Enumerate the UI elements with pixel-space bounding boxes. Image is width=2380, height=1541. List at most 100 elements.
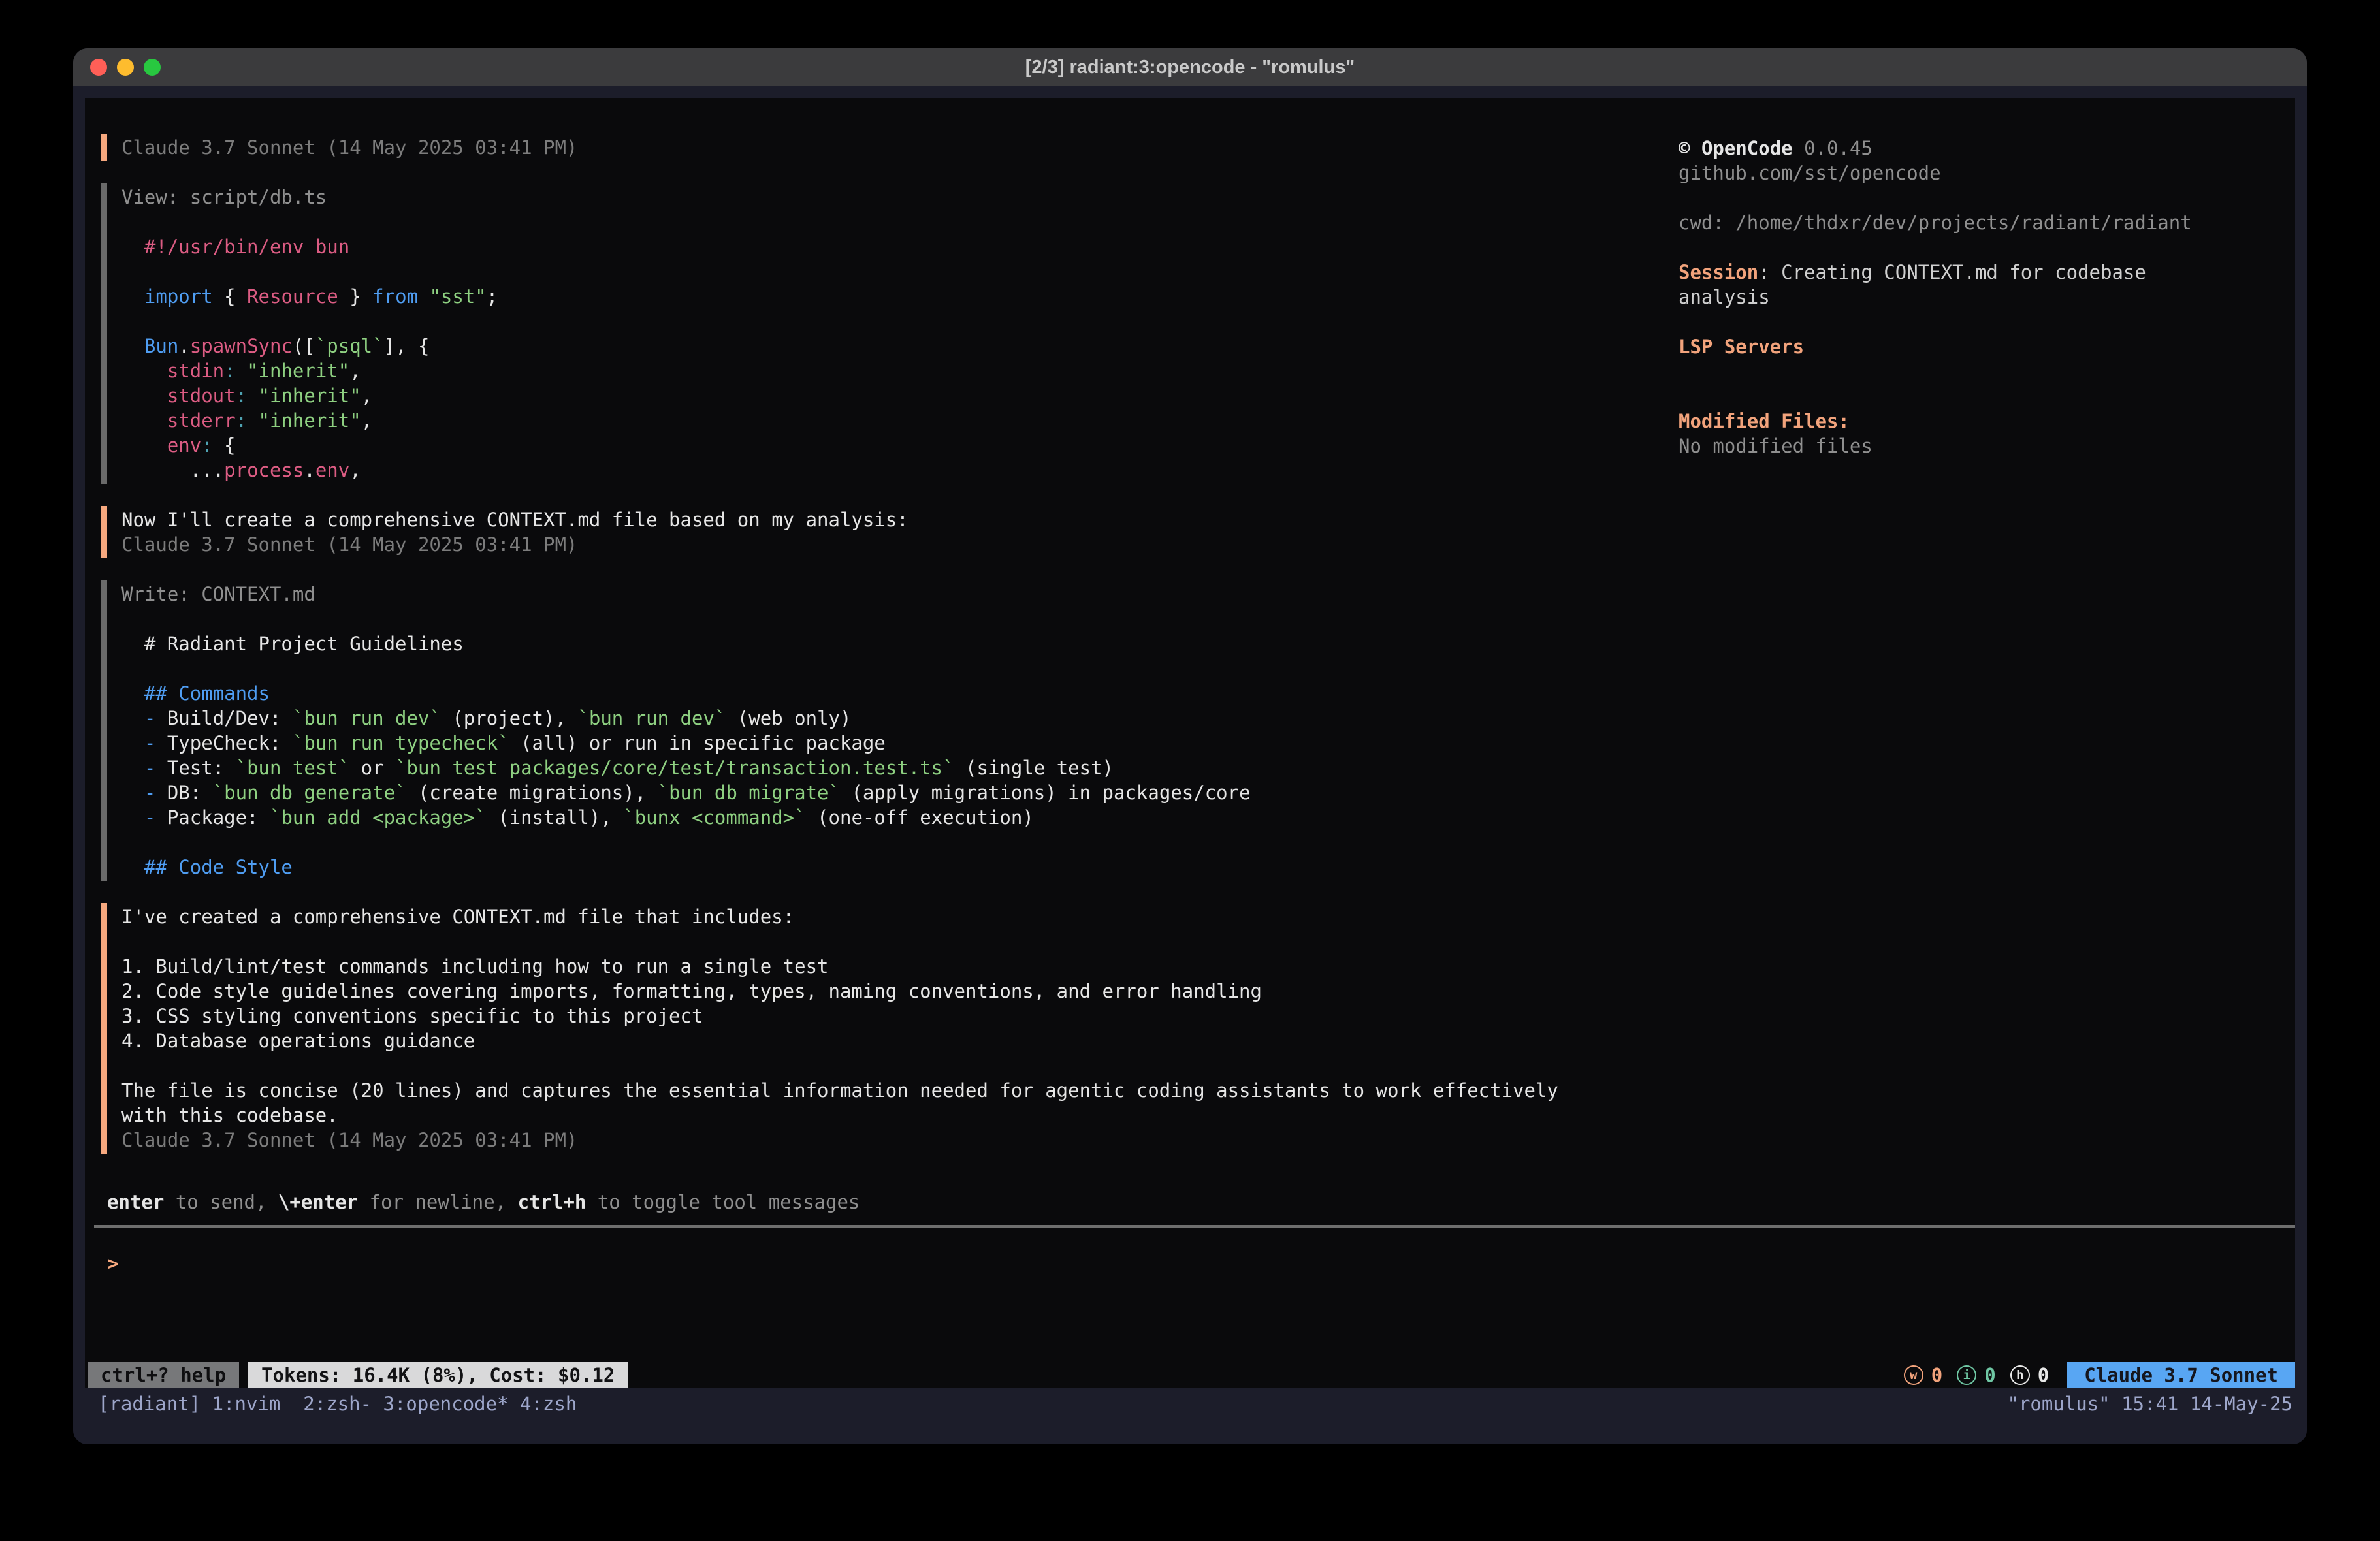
circled-h-icon: h [2010, 1365, 2030, 1385]
text-segment: . [304, 459, 315, 481]
text-segment: \+enter [278, 1191, 358, 1213]
text-segment: for newline, [358, 1191, 517, 1213]
text-segment: { [213, 434, 236, 456]
terminal-line: 4. Database operations guidance [121, 1028, 1655, 1053]
text-segment: (install), [487, 806, 624, 829]
status-counters: w0i0h0 [1904, 1364, 2049, 1386]
text-segment [121, 285, 144, 308]
text-segment: to send, [164, 1191, 278, 1213]
terminal-line: stdin: "inherit", [121, 358, 1655, 383]
terminal-line: 2. Code style guidelines covering import… [121, 979, 1655, 1004]
help-badge: ctrl+? help [88, 1362, 239, 1388]
text-segment: env [167, 434, 201, 456]
text-segment: - [144, 757, 155, 779]
terminal-line [121, 259, 1655, 284]
text-segment: 4. Database operations guidance [121, 1030, 475, 1052]
text-segment: (web only) [726, 707, 851, 729]
spacer [1679, 310, 2208, 334]
tmux-windows[interactable]: [radiant] 1:nvim 2:zsh- 3:opencode* 4:zs… [98, 1391, 577, 1416]
terminal-line: env: { [121, 433, 1655, 458]
text-segment: (all) or run in specific package [509, 732, 886, 754]
session-label: Session [1679, 261, 1758, 283]
assistant-message: I've created a comprehensive CONTEXT.md … [101, 903, 1655, 1154]
terminal-line: with this codebase. [121, 1103, 1655, 1128]
text-segment [121, 856, 144, 878]
text-segment: : [236, 409, 247, 432]
terminal-line: - Build/Dev: `bun run dev` (project), `b… [121, 706, 1655, 731]
terminal-line: # Radiant Project Guidelines [121, 631, 1655, 656]
cwd-line: cwd: /home/thdxr/dev/projects/radiant/ra… [1679, 210, 2208, 235]
text-segment [121, 236, 144, 258]
w-counter: w0 [1904, 1364, 1942, 1386]
session-line: Session: Creating CONTEXT.md for codebas… [1679, 260, 2208, 310]
text-segment: (one-off execution) [806, 806, 1034, 829]
text-segment: stderr [167, 409, 236, 432]
text-segment: with this codebase. [121, 1104, 338, 1126]
text-segment: 2. Code style guidelines covering import… [121, 980, 1262, 1002]
text-segment: to toggle tool messages [586, 1191, 860, 1213]
terminal-line: ## Code Style [121, 855, 1655, 880]
text-segment: (project), [441, 707, 578, 729]
modified-files-empty: No modified files [1679, 434, 2208, 458]
text-segment: . [178, 335, 189, 357]
terminal-line: Claude 3.7 Sonnet (14 May 2025 03:41 PM) [121, 1128, 1655, 1152]
text-segment [121, 335, 144, 357]
text-segment: ## Code Style [144, 856, 293, 878]
text-segment: `bun run dev` [293, 707, 441, 729]
lsp-servers-header: LSP Servers [1679, 334, 2208, 359]
spacer [1679, 185, 2208, 210]
terminal-line: ## Commands [121, 681, 1655, 706]
text-segment: TypeCheck: [155, 732, 293, 754]
text-segment [121, 732, 144, 754]
terminal-line: - DB: `bun db generate` (create migratio… [121, 780, 1655, 805]
terminal-line: 3. CSS styling conventions specific to t… [121, 1004, 1655, 1028]
terminal-line: 1. Build/lint/test commands including ho… [121, 954, 1655, 979]
zoom-button[interactable] [144, 59, 161, 76]
text-segment: , [361, 409, 372, 432]
modified-files-header: Modified Files: [1679, 409, 2208, 434]
text-segment [247, 409, 258, 432]
text-segment: import [144, 285, 213, 308]
text-segment [121, 360, 167, 382]
text-segment: `bun db migrate` [658, 782, 840, 804]
app-header: © OpenCode 0.0.45 [1679, 136, 2208, 161]
text-segment: ([ [293, 335, 315, 357]
terminal-line [121, 830, 1655, 855]
terminal-line: Bun.spawnSync([`psql`], { [121, 334, 1655, 358]
text-segment: : [224, 360, 235, 382]
text-segment: - [144, 806, 155, 829]
prompt-input[interactable]: > [107, 1251, 118, 1276]
minimize-button[interactable] [117, 59, 134, 76]
text-segment [121, 434, 167, 456]
text-segment: Write: CONTEXT.md [121, 583, 315, 605]
counter-value: 0 [1984, 1364, 1995, 1386]
text-segment: Test: [155, 757, 235, 779]
text-segment: DB: [155, 782, 212, 804]
text-segment: enter [107, 1191, 164, 1213]
terminal-line [121, 1053, 1655, 1078]
text-segment: stdout [167, 385, 236, 407]
text-segment: from [372, 285, 418, 308]
spacer [1679, 384, 2208, 409]
tmux-session-clock: "romulus" 15:41 14-May-25 [2008, 1391, 2293, 1416]
terminal-line: - Test: `bun test` or `bun test packages… [121, 755, 1655, 780]
text-segment [121, 409, 167, 432]
text-segment: - [144, 732, 155, 754]
terminal-line: #!/usr/bin/env bun [121, 234, 1655, 259]
text-segment: (create migrations), [407, 782, 658, 804]
text-segment: , [349, 360, 361, 382]
text-segment: } [338, 285, 372, 308]
text-segment [121, 757, 144, 779]
text-segment: Now I'll create a comprehensive CONTEXT.… [121, 509, 909, 531]
text-segment: 1. Build/lint/test commands including ho… [121, 955, 829, 977]
window-title: [2/3] radiant:3:opencode - "romulus" [73, 57, 2307, 78]
text-segment: Claude 3.7 Sonnet (14 May 2025 03:41 PM) [121, 1129, 577, 1151]
close-button[interactable] [90, 59, 107, 76]
terminal-line [121, 210, 1655, 234]
text-segment: (single test) [954, 757, 1114, 779]
text-segment: ctrl+h [518, 1191, 587, 1213]
text-segment: or [349, 757, 395, 779]
terminal-line: I've created a comprehensive CONTEXT.md … [121, 904, 1655, 929]
text-segment: "inherit" [259, 409, 361, 432]
text-segment: Bun [144, 335, 178, 357]
